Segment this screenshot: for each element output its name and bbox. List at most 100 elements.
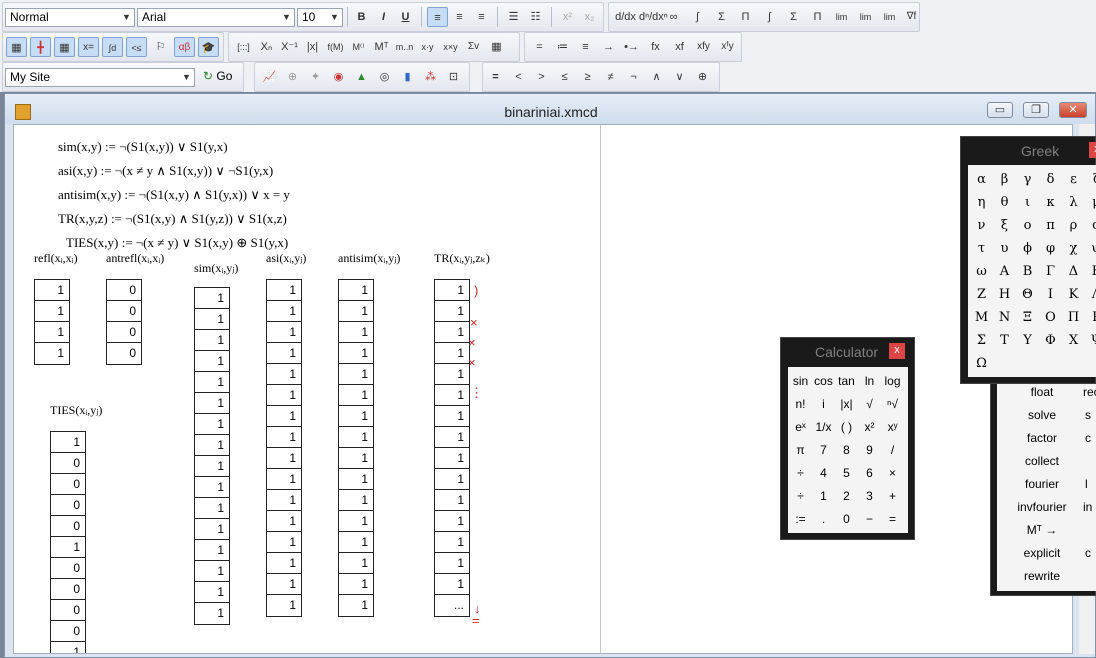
greek-letter-key[interactable]: υ bbox=[993, 238, 1016, 260]
symbolic-keyword-clipped[interactable]: in bbox=[1083, 500, 1096, 514]
postfix-operator-icon[interactable]: xf bbox=[669, 37, 690, 57]
tr-definition[interactable]: TR(x,y,z) := ¬(S1(x,y) ∧ S1(y,z)) ∨ S1(x… bbox=[58, 211, 287, 227]
greek-letter-key[interactable]: Ε bbox=[1085, 261, 1096, 283]
calculator-key[interactable]: cos bbox=[812, 370, 835, 392]
calculator-key[interactable]: ⁿ√ bbox=[881, 393, 904, 415]
calculator-key[interactable]: tan bbox=[835, 370, 858, 392]
greek-letter-key[interactable]: μ bbox=[1085, 192, 1096, 214]
greek-letter-key[interactable]: ξ bbox=[993, 215, 1016, 237]
greek-letter-key[interactable]: Ο bbox=[1039, 307, 1062, 329]
surface-plot-icon[interactable]: ✦ bbox=[305, 67, 326, 87]
greek-letter-key[interactable]: ψ bbox=[1085, 238, 1096, 260]
underline-button[interactable]: U bbox=[395, 7, 416, 27]
definite-integral-icon[interactable]: ∫ bbox=[687, 7, 708, 27]
antisim-definition[interactable]: antisim(x,y) := ¬(S1(x,y) ∧ S1(y,x)) ∨ x… bbox=[58, 187, 290, 203]
left-limit-icon[interactable]: lim bbox=[879, 7, 900, 27]
calculus-toolbar-icon[interactable]: ∫d bbox=[102, 37, 123, 57]
greek-palette-titlebar[interactable]: Greek bbox=[961, 137, 1095, 163]
symbolic-keyword-clipped[interactable]: c bbox=[1085, 431, 1096, 445]
fourier-keyword[interactable]: fourier bbox=[997, 477, 1087, 491]
less-than-icon[interactable]: < bbox=[508, 67, 529, 87]
calculator-key[interactable]: ÷ bbox=[789, 462, 812, 484]
greater-than-icon[interactable]: > bbox=[531, 67, 552, 87]
calculator-key[interactable]: π bbox=[789, 439, 812, 461]
solve-keyword[interactable]: solve bbox=[997, 408, 1087, 422]
refl-vector[interactable]: 1111 bbox=[34, 279, 70, 365]
symbolic-evaluate-icon[interactable]: → bbox=[598, 37, 619, 57]
calculator-key[interactable]: × bbox=[881, 462, 904, 484]
calculator-close-button[interactable]: x bbox=[889, 343, 905, 359]
greek-letter-key[interactable]: σ bbox=[1085, 215, 1096, 237]
calculator-key[interactable]: √ bbox=[858, 393, 881, 415]
asi-vector[interactable]: 1111111111111111 bbox=[266, 279, 302, 617]
greek-letter-key[interactable]: φ bbox=[1039, 238, 1062, 260]
greek-letter-key[interactable]: α bbox=[970, 169, 993, 191]
minimize-button[interactable]: ▭ bbox=[987, 102, 1013, 118]
ties-vector[interactable]: 10000100001 bbox=[50, 431, 86, 653]
greek-letter-key[interactable]: δ bbox=[1039, 169, 1062, 191]
bool-equal-icon[interactable]: = bbox=[485, 67, 506, 87]
greek-letter-key[interactable]: Ξ bbox=[1016, 307, 1039, 329]
calculator-key[interactable]: 8 bbox=[835, 439, 858, 461]
calculator-key[interactable]: ln bbox=[858, 370, 881, 392]
calculator-key[interactable]: eˣ bbox=[789, 416, 812, 438]
nth-derivative-icon[interactable]: dⁿ/dxⁿ bbox=[639, 7, 668, 27]
greek-letter-key[interactable]: Υ bbox=[1016, 330, 1039, 352]
invfourier-keyword[interactable]: invfourier bbox=[997, 500, 1087, 514]
close-button[interactable]: ✕ bbox=[1059, 102, 1087, 118]
greek-letter-key[interactable]: ε bbox=[1062, 169, 1085, 191]
calculator-key[interactable]: 6 bbox=[858, 462, 881, 484]
symbolic-keyword-clipped[interactable]: s bbox=[1085, 408, 1096, 422]
graph-toolbar-icon[interactable]: ╋ bbox=[30, 37, 51, 57]
greek-letter-key[interactable]: π bbox=[1039, 215, 1062, 237]
explicit-keyword[interactable]: explicit bbox=[997, 546, 1087, 560]
definition-icon[interactable]: ≔ bbox=[552, 37, 573, 57]
calculator-key[interactable]: ( ) bbox=[835, 416, 858, 438]
calculator-key[interactable]: i bbox=[812, 393, 835, 415]
greek-letter-key[interactable]: ο bbox=[1016, 215, 1039, 237]
greek-letter-key[interactable]: ω bbox=[970, 261, 993, 283]
evaluate-icon[interactable]: = bbox=[529, 37, 550, 57]
greek-letter-key[interactable]: τ bbox=[970, 238, 993, 260]
greek-letter-key[interactable]: Σ bbox=[970, 330, 993, 352]
calculator-key[interactable]: . bbox=[812, 508, 835, 530]
greek-letter-key[interactable]: Β bbox=[1016, 261, 1039, 283]
greater-equal-icon[interactable]: ≥ bbox=[577, 67, 598, 87]
limit-icon[interactable]: lim bbox=[831, 7, 852, 27]
subscript-icon[interactable]: x₂ bbox=[579, 7, 600, 27]
calculator-key[interactable]: 7 bbox=[812, 439, 835, 461]
superscript-icon[interactable]: x² bbox=[557, 7, 578, 27]
site-combo[interactable]: My Site ▼ bbox=[5, 68, 195, 87]
transpose-keyword[interactable]: Mᵀ → bbox=[997, 523, 1087, 537]
greek-letter-key[interactable]: γ bbox=[1016, 169, 1039, 191]
calculator-key[interactable]: − bbox=[858, 508, 881, 530]
antisim-vector[interactable]: 1111111111111111 bbox=[338, 279, 374, 617]
derivative-icon[interactable]: d/dx bbox=[615, 7, 636, 27]
vector-sum-icon[interactable]: Σv bbox=[463, 37, 484, 57]
greek-letter-key[interactable]: Γ bbox=[1039, 261, 1062, 283]
bold-button[interactable]: B bbox=[351, 7, 372, 27]
calculator-toolbar-icon[interactable]: ▦ bbox=[6, 37, 27, 57]
infix-operator-icon[interactable]: xfy bbox=[693, 37, 714, 57]
greek-letter-key[interactable]: Ψ bbox=[1085, 330, 1096, 352]
greek-letter-key[interactable]: Θ bbox=[1016, 284, 1039, 306]
calculator-key[interactable]: / bbox=[881, 439, 904, 461]
less-equal-icon[interactable]: ≤ bbox=[554, 67, 575, 87]
calculator-key[interactable]: sin bbox=[789, 370, 812, 392]
calculator-key[interactable]: x² bbox=[858, 416, 881, 438]
italic-button[interactable]: I bbox=[373, 7, 394, 27]
calculator-key[interactable]: |x| bbox=[835, 393, 858, 415]
xy-plot-icon[interactable]: 📈 bbox=[259, 67, 280, 87]
greek-letter-key[interactable]: κ bbox=[1039, 192, 1062, 214]
rewrite-keyword[interactable]: rewrite bbox=[997, 569, 1087, 583]
float-keyword[interactable]: float bbox=[997, 385, 1087, 399]
symbolic-toolbar-icon[interactable]: 🎓 bbox=[198, 37, 219, 57]
contour-plot-icon[interactable]: ◉ bbox=[328, 67, 349, 87]
greek-letter-key[interactable]: Φ bbox=[1039, 330, 1062, 352]
asi-definition[interactable]: asi(x,y) := ¬(x ≠ y ∧ S1(x,y)) ∨ ¬S1(y,x… bbox=[58, 163, 273, 179]
calculator-key[interactable]: 5 bbox=[835, 462, 858, 484]
align-left-icon[interactable]: ≡ bbox=[427, 7, 448, 27]
size-combo[interactable]: 10 ▼ bbox=[297, 8, 343, 27]
align-center-icon[interactable]: ≡ bbox=[449, 7, 470, 27]
greek-letter-key[interactable]: Χ bbox=[1062, 330, 1085, 352]
